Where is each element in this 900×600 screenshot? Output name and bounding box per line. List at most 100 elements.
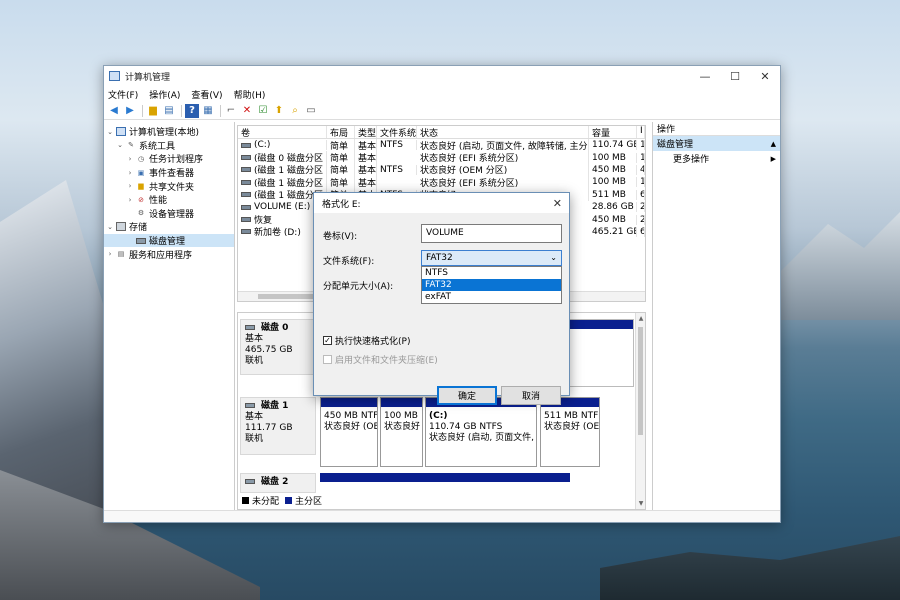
column-header[interactable]: 容量: [589, 126, 637, 138]
show-hide-tree-icon[interactable]: ▤: [162, 104, 176, 118]
table-cell: NTFS: [377, 140, 417, 151]
actions-section[interactable]: 磁盘管理 ▲: [653, 136, 780, 151]
partition-c[interactable]: (C:) 110.74 GB NTFS 状态良好 (启动, 页面文件, 故: [425, 397, 537, 467]
menu-help[interactable]: 帮助(H): [234, 88, 266, 101]
volume-name: (C:): [254, 140, 271, 151]
check-icon[interactable]: ☑: [256, 104, 270, 118]
tree-root-label: 计算机管理(本地): [129, 128, 200, 139]
minimize-button[interactable]: —: [690, 66, 720, 86]
disk-0-label[interactable]: 磁盘 0 基本 465.75 GB 联机: [240, 319, 316, 375]
option-exfat[interactable]: exFAT: [422, 291, 561, 303]
more-actions[interactable]: 更多操作 ▶: [653, 151, 780, 166]
column-header[interactable]: 布局: [327, 126, 355, 138]
disk-1-label[interactable]: 磁盘 1 基本 111.77 GB 联机: [240, 397, 316, 455]
tree-item-disk-management[interactable]: 磁盘管理: [104, 233, 234, 248]
quick-format-row[interactable]: ✓ 执行快速格式化(P): [323, 334, 410, 347]
column-header[interactable]: 文件系统: [377, 126, 417, 138]
filesystem-select[interactable]: FAT32 ⌄: [421, 250, 562, 266]
unallocated-swatch: [242, 497, 249, 504]
menu-file[interactable]: 文件(F): [108, 88, 138, 101]
tree-item-device-manager[interactable]: ⚙ 设备管理器: [104, 207, 234, 221]
forward-icon[interactable]: ▶: [123, 104, 137, 118]
tree-item-performance[interactable]: › ⊘ 性能: [104, 193, 234, 207]
tree-item-task-scheduler[interactable]: › ◷ 任务计划程序: [104, 152, 234, 166]
import-icon[interactable]: ⬆: [272, 104, 286, 118]
ok-button[interactable]: 确定: [437, 386, 497, 405]
table-cell: 简单: [327, 175, 355, 189]
column-header[interactable]: I: [637, 126, 645, 138]
table-cell: 6: [637, 189, 645, 200]
properties-icon[interactable]: ▦: [201, 104, 215, 118]
quick-format-checkbox[interactable]: ✓: [323, 336, 332, 345]
filesystem-label: 文件系统(F):: [323, 257, 375, 267]
toolbar-separator: [142, 104, 143, 117]
table-cell: 简单: [327, 138, 355, 152]
column-header[interactable]: 状态: [417, 126, 589, 138]
menu-action[interactable]: 操作(A): [149, 88, 180, 101]
table-row[interactable]: (磁盘 1 磁盘分区 1) 简单 基本 NTFS 状态良好 (OEM 分区) 450 MB…: [238, 163, 645, 177]
wallpaper-mountain-right: [780, 212, 900, 320]
collapse-icon[interactable]: ⌄: [106, 128, 114, 136]
collapse-icon[interactable]: ⌄: [106, 223, 114, 231]
partition-recovery[interactable]: 511 MB NTF 状态良好 (OE: [540, 397, 600, 467]
expand-icon[interactable]: ›: [126, 169, 134, 177]
option-ntfs[interactable]: NTFS: [422, 267, 561, 279]
table-cell: 状态良好 (启动, 页面文件, 故障转储, 主分区): [417, 138, 589, 152]
disk-name: 磁盘 1: [261, 401, 289, 411]
expand-icon[interactable]: ›: [126, 155, 134, 163]
table-cell: 状态良好 (EFI 系统分区): [417, 175, 589, 189]
table-row[interactable]: (磁盘 1 磁盘分区 2)简单基本 状态良好 (EFI 系统分区)100 MB1: [238, 175, 645, 189]
cancel-button[interactable]: 取消: [501, 386, 561, 405]
disk-2-partitions[interactable]: [320, 473, 570, 485]
partition-efi[interactable]: 100 MB 状态良好: [380, 397, 423, 467]
tree-item-shared-folders[interactable]: › ▆ 共享文件夹: [104, 179, 234, 193]
tree-item-event-viewer[interactable]: › ▣ 事件查看器: [104, 166, 234, 180]
view-icon[interactable]: ▭: [304, 104, 318, 118]
scroll-down-icon[interactable]: ▼: [636, 500, 645, 507]
column-header[interactable]: 卷: [238, 126, 327, 138]
partition-bar: [381, 398, 422, 407]
table-row[interactable]: (C:) 简单 基本 NTFS 状态良好 (启动, 页面文件, 故障转储, 主分区) 11…: [238, 138, 645, 152]
back-icon[interactable]: ◀: [107, 104, 121, 118]
connect-icon[interactable]: ⌐: [224, 104, 238, 118]
expand-icon[interactable]: ›: [106, 250, 114, 258]
scroll-thumb[interactable]: [638, 327, 643, 435]
disk-2-label[interactable]: 磁盘 2: [240, 473, 316, 493]
volume-icon: [241, 179, 251, 185]
disk-status: 联机: [245, 356, 264, 366]
column-header[interactable]: 类型: [355, 126, 377, 138]
tree-item-system-tools[interactable]: ⌄ ✎ 系统工具: [104, 139, 234, 153]
table-cell: 1: [637, 152, 645, 163]
collapse-icon[interactable]: ⌄: [116, 141, 124, 149]
volume-name: (磁盘 1 磁盘分区 2): [254, 178, 327, 189]
table-cell: 1: [637, 140, 645, 151]
partition-oem[interactable]: 450 MB NTF 状态良好 (OE: [320, 397, 378, 467]
vertical-scrollbar[interactable]: ▲ ▼: [635, 313, 645, 509]
table-row[interactable]: (磁盘 0 磁盘分区 2)简单基本 状态良好 (EFI 系统分区)100 MB1: [238, 151, 645, 165]
wallpaper-town: [600, 536, 900, 600]
close-icon[interactable]: ✕: [553, 197, 562, 210]
tree-item-storage[interactable]: ⌄ 存储: [104, 220, 234, 234]
option-fat32[interactable]: FAT32: [422, 279, 561, 291]
menu-view[interactable]: 查看(V): [191, 88, 222, 101]
maximize-button[interactable]: ☐: [720, 66, 750, 86]
search-icon[interactable]: ⌕: [288, 104, 302, 118]
compression-row: 启用文件和文件夹压缩(E): [323, 353, 438, 366]
table-cell: 2: [637, 214, 645, 225]
tree-item-services-apps[interactable]: › ▤ 服务和应用程序: [104, 247, 234, 261]
expand-icon[interactable]: ›: [126, 182, 134, 190]
toolbar-separator: [181, 104, 182, 117]
expand-icon[interactable]: ›: [126, 196, 134, 204]
tree-item-label: 系统工具: [139, 141, 176, 152]
delete-icon[interactable]: ✕: [240, 104, 254, 118]
scroll-up-icon[interactable]: ▲: [636, 315, 645, 322]
collapse-icon[interactable]: ▲: [771, 140, 776, 148]
close-button[interactable]: ✕: [750, 66, 780, 86]
compression-label: 启用文件和文件夹压缩(E): [335, 356, 438, 366]
volume-label-input[interactable]: VOLUME: [421, 224, 562, 243]
up-folder-icon[interactable]: ▆: [146, 104, 160, 118]
help-icon[interactable]: ?: [185, 103, 199, 118]
dialog-title-bar[interactable]: 格式化 E: ✕: [314, 193, 569, 213]
tree-root[interactable]: ⌄ 计算机管理(本地): [104, 125, 234, 139]
title-bar[interactable]: 计算机管理 — ☐ ✕: [104, 66, 780, 86]
